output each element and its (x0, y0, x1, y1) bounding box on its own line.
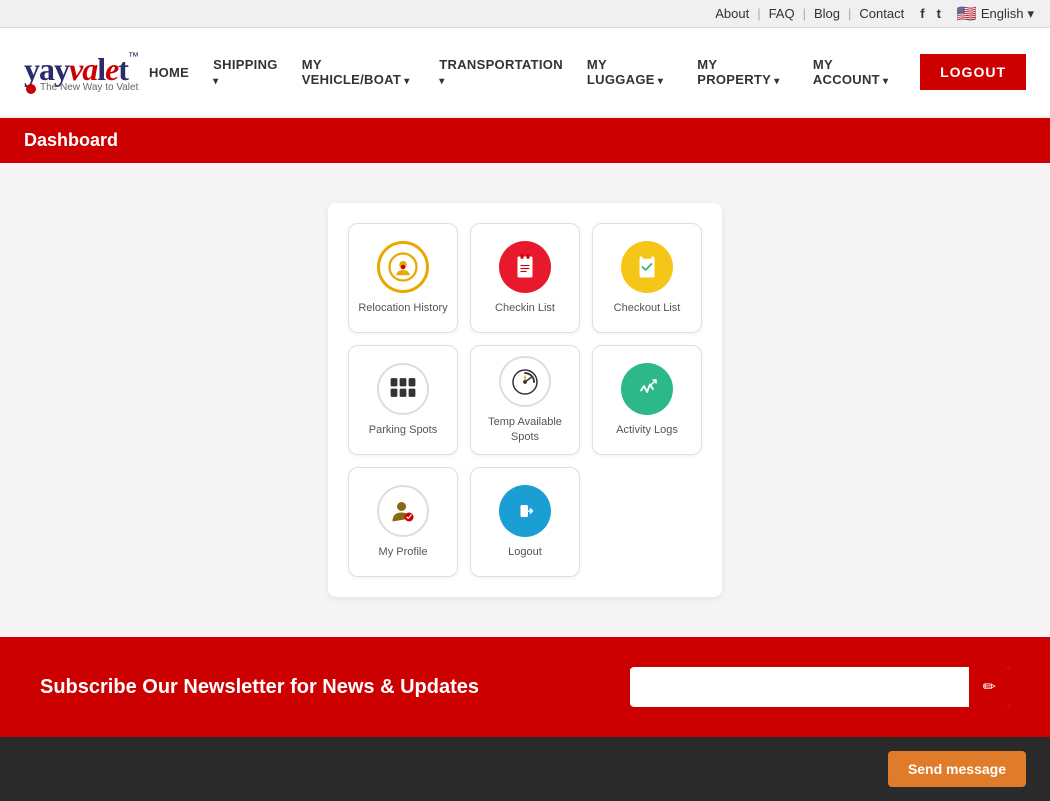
about-link[interactable]: About (715, 6, 749, 21)
grid-item-parking-spots[interactable]: Parking Spots (348, 345, 458, 455)
faq-link[interactable]: FAQ (769, 6, 795, 21)
logout-icon (499, 485, 551, 537)
language-selector[interactable]: 🇺🇸 English ▾ (957, 4, 1034, 24)
parking-spots-label: Parking Spots (369, 423, 437, 437)
main-content: Relocation History Checkin List (0, 163, 1050, 637)
grid-item-checkout-list[interactable]: Checkout List (592, 223, 702, 333)
dashboard-banner: Dashboard (0, 118, 1050, 163)
logo[interactable]: yayvalet ™ The New Way to Valet (24, 51, 139, 94)
checkin-list-icon (499, 241, 551, 293)
send-message-button[interactable]: Send message (888, 751, 1026, 787)
newsletter-input[interactable] (630, 669, 969, 705)
newsletter-section: Subscribe Our Newsletter for News & Upda… (0, 637, 1050, 737)
dashboard-title: Dashboard (24, 130, 118, 150)
temp-available-spots-icon (499, 356, 551, 407)
grid-item-temp-available-spots[interactable]: Temp Available Spots (470, 345, 580, 455)
checkin-list-label: Checkin List (495, 301, 555, 315)
nav-luggage[interactable]: MY LUGGAGE (577, 51, 683, 93)
newsletter-submit-button[interactable]: ✏ (969, 667, 1010, 707)
top-bar: About | FAQ | Blog | Contact f t 🇺🇸 Engl… (0, 0, 1050, 28)
logout-button[interactable]: LOGOUT (920, 54, 1026, 90)
newsletter-form: ✏ (630, 667, 1010, 707)
my-profile-label: My Profile (379, 545, 428, 559)
language-dropdown-icon: ▾ (1027, 6, 1034, 22)
grid-item-my-profile[interactable]: My Profile (348, 467, 458, 577)
nav-property[interactable]: MY PROPERTY (687, 51, 799, 93)
grid-item-checkin-list[interactable]: Checkin List (470, 223, 580, 333)
dashboard-grid: Relocation History Checkin List (348, 223, 702, 577)
language-label: English (981, 6, 1024, 21)
newsletter-text: Subscribe Our Newsletter for News & Upda… (40, 676, 479, 699)
temp-available-spots-label: Temp Available Spots (477, 415, 573, 444)
grid-item-relocation-history[interactable]: Relocation History (348, 223, 458, 333)
contact-link[interactable]: Contact (859, 6, 904, 21)
nav-shipping[interactable]: SHIPPING (203, 51, 288, 93)
my-profile-icon (377, 485, 429, 537)
nav-home[interactable]: HOME (139, 59, 199, 86)
activity-logs-label: Activity Logs (616, 423, 678, 437)
grid-item-logout[interactable]: Logout (470, 467, 580, 577)
nav-account[interactable]: MY ACCOUNT (803, 51, 908, 93)
twitter-icon[interactable]: t (937, 6, 941, 21)
parking-spots-icon (377, 363, 429, 415)
logo-dot (26, 84, 36, 94)
logo-subtitle: The New Way to Valet (40, 82, 138, 93)
sep1: | (757, 6, 760, 21)
relocation-history-label: Relocation History (358, 301, 447, 315)
header: yayvalet ™ The New Way to Valet HOME SHI… (0, 28, 1050, 118)
nav-transportation[interactable]: TRANSPORTATION (429, 51, 573, 93)
logout-label: Logout (508, 545, 542, 559)
facebook-icon[interactable]: f (920, 6, 924, 21)
footer-bar: Send message (0, 737, 1050, 801)
sep2: | (803, 6, 806, 21)
nav-vehicle[interactable]: MY VEHICLE/BOAT (292, 51, 426, 93)
activity-logs-icon (621, 363, 673, 415)
dashboard-grid-container: Relocation History Checkin List (328, 203, 722, 597)
main-nav: HOME SHIPPING MY VEHICLE/BOAT TRANSPORTA… (139, 51, 1026, 93)
relocation-history-icon (377, 241, 429, 293)
sep3: | (848, 6, 851, 21)
checkout-list-icon (621, 241, 673, 293)
blog-link[interactable]: Blog (814, 6, 840, 21)
checkout-list-label: Checkout List (614, 301, 681, 315)
grid-item-activity-logs[interactable]: Activity Logs (592, 345, 702, 455)
logo-trademark: ™ (128, 51, 139, 63)
